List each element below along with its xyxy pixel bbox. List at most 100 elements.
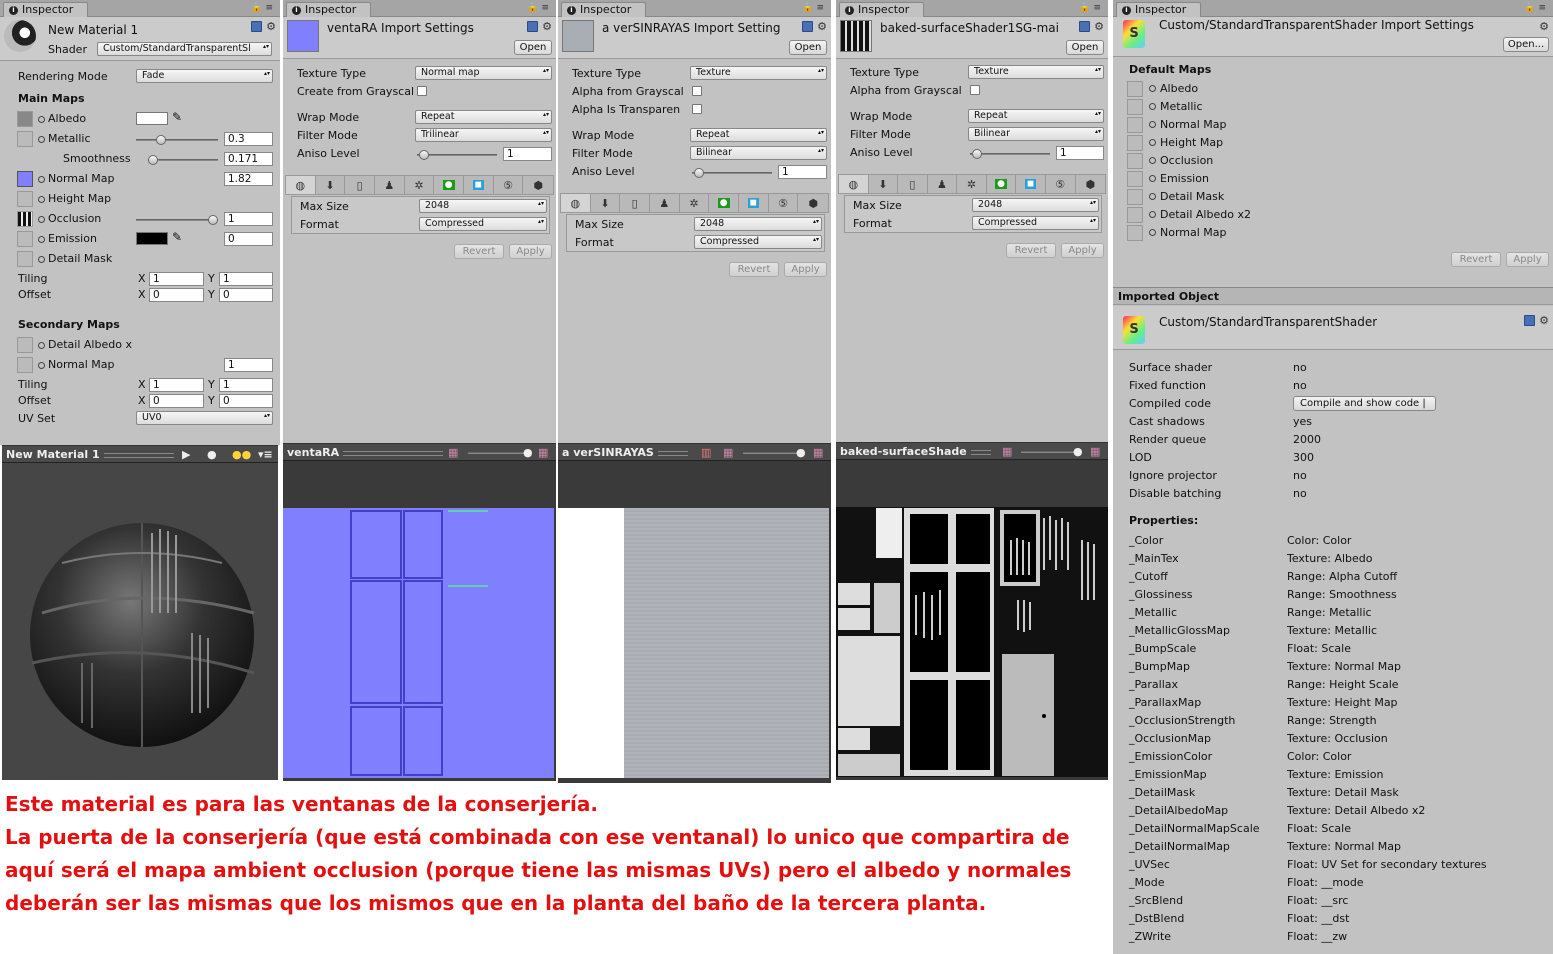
cube-icon[interactable]: ⬢ [523, 176, 553, 194]
secondary-offset-y-field[interactable]: 0 [219, 394, 273, 408]
android-icon[interactable]: ♟ [375, 176, 405, 194]
open-button[interactable]: Open [514, 40, 552, 55]
mip-icon[interactable]: ▦ [1002, 443, 1012, 459]
object-picker-icon[interactable] [1149, 229, 1156, 236]
texture-slot[interactable] [1127, 153, 1143, 169]
windows-store-icon[interactable]: ◼ [1016, 175, 1046, 193]
object-picker-icon[interactable] [1149, 175, 1156, 182]
default-map-row[interactable]: Emission [1127, 170, 1427, 188]
standalone-icon[interactable]: ⬇ [869, 175, 899, 193]
texture-slot[interactable] [1127, 99, 1143, 115]
texture-type-dropdown[interactable]: Texture [968, 65, 1104, 79]
baked-texture-preview[interactable] [836, 460, 1108, 780]
aniso-slider[interactable] [692, 168, 772, 178]
ios-icon[interactable]: ▯ [620, 194, 651, 212]
ios-icon[interactable]: ▯ [345, 176, 376, 194]
drag-handle[interactable] [343, 450, 444, 456]
max-size-dropdown[interactable]: 2048 [694, 217, 822, 231]
mip-icon-large[interactable]: ▦ [1090, 443, 1100, 459]
gear-icon[interactable]: ⚙ [1539, 21, 1549, 32]
emission-field[interactable]: 0 [224, 232, 273, 246]
alpha-is-transparent-checkbox[interactable] [692, 104, 702, 114]
open-button[interactable]: Open... [1503, 37, 1549, 52]
inspector-tab[interactable]: i Inspector [286, 2, 372, 17]
gear-icon[interactable]: ⚙ [817, 21, 827, 32]
play-icon[interactable]: ▶ [182, 446, 190, 462]
tizen-icon[interactable]: ✲ [957, 175, 987, 193]
shader-dropdown[interactable]: Custom/StandardTransparentSl [97, 42, 272, 56]
html5-icon[interactable]: ⑤ [1046, 175, 1076, 193]
inspector-tab[interactable]: i Inspector [3, 2, 89, 17]
standalone-icon[interactable]: ⬇ [316, 176, 346, 194]
secondary-tiling-y-field[interactable]: 1 [219, 378, 273, 392]
texture-type-dropdown[interactable]: Normal map [415, 66, 552, 80]
xbox-icon[interactable]: ● [434, 176, 465, 194]
default-platform-icon[interactable]: ◍ [286, 176, 316, 194]
secondary-normal-slot[interactable] [17, 357, 33, 373]
default-platform-icon[interactable]: ◍ [839, 175, 869, 193]
tizen-icon[interactable]: ✲ [405, 176, 435, 194]
xbox-icon[interactable]: ● [709, 194, 740, 212]
normal-scale-field[interactable]: 1.82 [224, 172, 273, 186]
texture-slot[interactable] [1127, 207, 1143, 223]
mip-icon-large[interactable]: ▦ [538, 444, 548, 460]
apply-button[interactable]: Apply [784, 262, 827, 277]
eyedropper-icon[interactable]: ✎ [172, 110, 182, 124]
max-size-dropdown[interactable]: 2048 [972, 198, 1099, 212]
object-picker-icon[interactable] [1149, 139, 1156, 146]
gear-icon[interactable]: ⚙ [1539, 315, 1549, 326]
default-map-row[interactable]: Albedo [1127, 80, 1427, 98]
metallic-slider[interactable] [136, 135, 218, 145]
object-picker-icon[interactable] [38, 135, 45, 143]
object-picker-icon[interactable] [38, 175, 45, 183]
windows-store-icon[interactable]: ◼ [739, 194, 769, 212]
albedo-slot[interactable] [17, 111, 33, 127]
lock-menu-icon[interactable]: 🔒≡ [1524, 3, 1549, 13]
object-picker-icon[interactable] [38, 115, 45, 123]
help-book-icon[interactable] [1079, 21, 1091, 32]
texture-type-dropdown[interactable]: Texture [690, 66, 827, 80]
object-picker-icon[interactable] [1149, 121, 1156, 128]
versinrayas-texture-preview[interactable] [558, 461, 831, 783]
tiling-y-field[interactable]: 1 [219, 272, 273, 286]
wrap-mode-dropdown[interactable]: Repeat [690, 128, 827, 142]
texture-preview-bar[interactable]: ventaRA ▦ ● ▦ [283, 443, 556, 461]
help-book-icon[interactable] [251, 21, 263, 32]
mip-icon-large[interactable]: ▦ [813, 444, 823, 460]
occlusion-slider[interactable] [136, 215, 218, 225]
object-picker-icon[interactable] [38, 255, 45, 263]
wrap-mode-dropdown[interactable]: Repeat [415, 110, 552, 124]
slider-knob[interactable] [208, 215, 218, 225]
help-book-icon[interactable] [527, 21, 539, 32]
android-icon[interactable]: ♟ [650, 194, 680, 212]
eyedropper-icon[interactable]: ✎ [172, 230, 182, 244]
mip-slider[interactable] [743, 452, 803, 454]
alpha-from-grayscale-checkbox[interactable] [970, 85, 980, 95]
default-platform-icon[interactable]: ◍ [561, 194, 591, 212]
ventara-texture-preview[interactable] [283, 461, 556, 781]
revert-button[interactable]: Revert [1451, 252, 1501, 267]
object-picker-icon[interactable] [38, 215, 45, 223]
normal-map-slot[interactable] [17, 171, 33, 187]
lock-menu-icon[interactable]: 🔒≡ [802, 3, 827, 13]
default-map-row[interactable]: Detail Albedo x2 [1127, 206, 1427, 224]
object-picker-icon[interactable] [1149, 193, 1156, 200]
detail-albedo-slot[interactable] [17, 337, 33, 353]
secondary-tiling-x-field[interactable]: 1 [149, 378, 204, 392]
mip-slider[interactable] [468, 452, 528, 454]
slider-knob[interactable] [972, 149, 982, 159]
revert-button[interactable]: Revert [454, 244, 504, 259]
aniso-field[interactable]: 1 [503, 147, 552, 161]
object-picker-icon[interactable] [1149, 85, 1156, 92]
aniso-field[interactable]: 1 [1056, 146, 1104, 160]
texture-slot[interactable] [1127, 189, 1143, 205]
offset-y-field[interactable]: 0 [219, 288, 273, 302]
filter-mode-dropdown[interactable]: Bilinear [690, 146, 827, 160]
texture-slot[interactable] [1127, 171, 1143, 187]
slider-knob[interactable] [148, 155, 158, 165]
default-map-row[interactable]: Occlusion [1127, 152, 1427, 170]
object-picker-icon[interactable] [38, 235, 45, 243]
texture-preview-bar[interactable]: baked-surfaceShade ▦ ● ▦ [836, 442, 1108, 460]
filter-mode-dropdown[interactable]: Trilinear [415, 128, 552, 142]
sphere-icon[interactable]: ● [207, 446, 217, 462]
